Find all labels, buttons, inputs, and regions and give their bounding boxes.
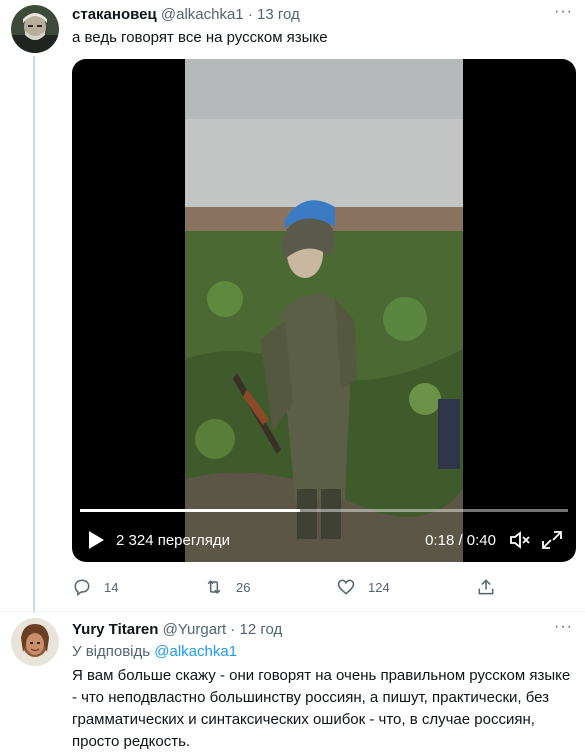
timestamp[interactable]: 13 год xyxy=(257,6,300,23)
more-icon[interactable]: ··· xyxy=(554,3,573,21)
reply-prefix: У відповідь xyxy=(72,643,151,660)
video-timecode: 0:18 / 0:40 xyxy=(425,532,496,549)
tweet-header: Yury Titaren @Yurgart · 12 год xyxy=(72,620,282,640)
video-frame xyxy=(185,59,463,562)
thread-line xyxy=(33,56,35,613)
video-player[interactable]: 2 324 перегляди 0:18 / 0:40 xyxy=(72,59,576,562)
replying-to: У відповідь @alkachka1 xyxy=(72,642,237,662)
like-count: 124 xyxy=(368,579,390,595)
reply-to-handle[interactable]: @alkachka1 xyxy=(154,643,237,660)
progress-bar[interactable] xyxy=(80,509,568,512)
display-name[interactable]: стакановец xyxy=(72,6,157,23)
retweet-count: 26 xyxy=(236,579,251,595)
progress-fill xyxy=(80,509,300,512)
mute-icon[interactable] xyxy=(508,529,532,551)
view-count: 2 324 перегляди xyxy=(116,532,231,549)
avatar[interactable] xyxy=(11,5,59,53)
tweet-text: а ведь говорят все на русском языке xyxy=(72,29,328,46)
display-name[interactable]: Yury Titaren xyxy=(72,621,158,638)
retweet-icon xyxy=(204,577,224,597)
reply-button[interactable]: 14 xyxy=(72,574,118,600)
more-icon[interactable]: ··· xyxy=(554,618,573,636)
avatar[interactable] xyxy=(11,618,59,666)
tweet-stakanovets[interactable]: стакановец @alkachka1 · 13 год ··· а вед… xyxy=(0,0,585,613)
separator-dot: · xyxy=(247,6,253,23)
user-handle[interactable]: @Yurgart xyxy=(163,621,227,638)
play-icon[interactable] xyxy=(86,529,106,551)
like-button[interactable]: 124 xyxy=(336,574,390,600)
user-handle[interactable]: @alkachka1 xyxy=(161,6,244,23)
tweet-text: Я вам больше скажу - они говорят на очен… xyxy=(72,667,571,750)
fullscreen-icon[interactable] xyxy=(540,529,564,551)
retweet-button[interactable]: 26 xyxy=(204,574,250,600)
separator-dot: · xyxy=(230,621,236,638)
like-icon xyxy=(336,577,356,597)
reply-count: 14 xyxy=(104,579,119,595)
share-button[interactable] xyxy=(476,574,496,600)
timestamp[interactable]: 12 год xyxy=(240,621,283,638)
tweet-header: стакановец @alkachka1 · 13 год xyxy=(72,5,300,25)
reply-icon xyxy=(72,577,92,597)
share-icon xyxy=(476,577,496,597)
tweet-actions: 14 26 124 xyxy=(72,574,512,600)
